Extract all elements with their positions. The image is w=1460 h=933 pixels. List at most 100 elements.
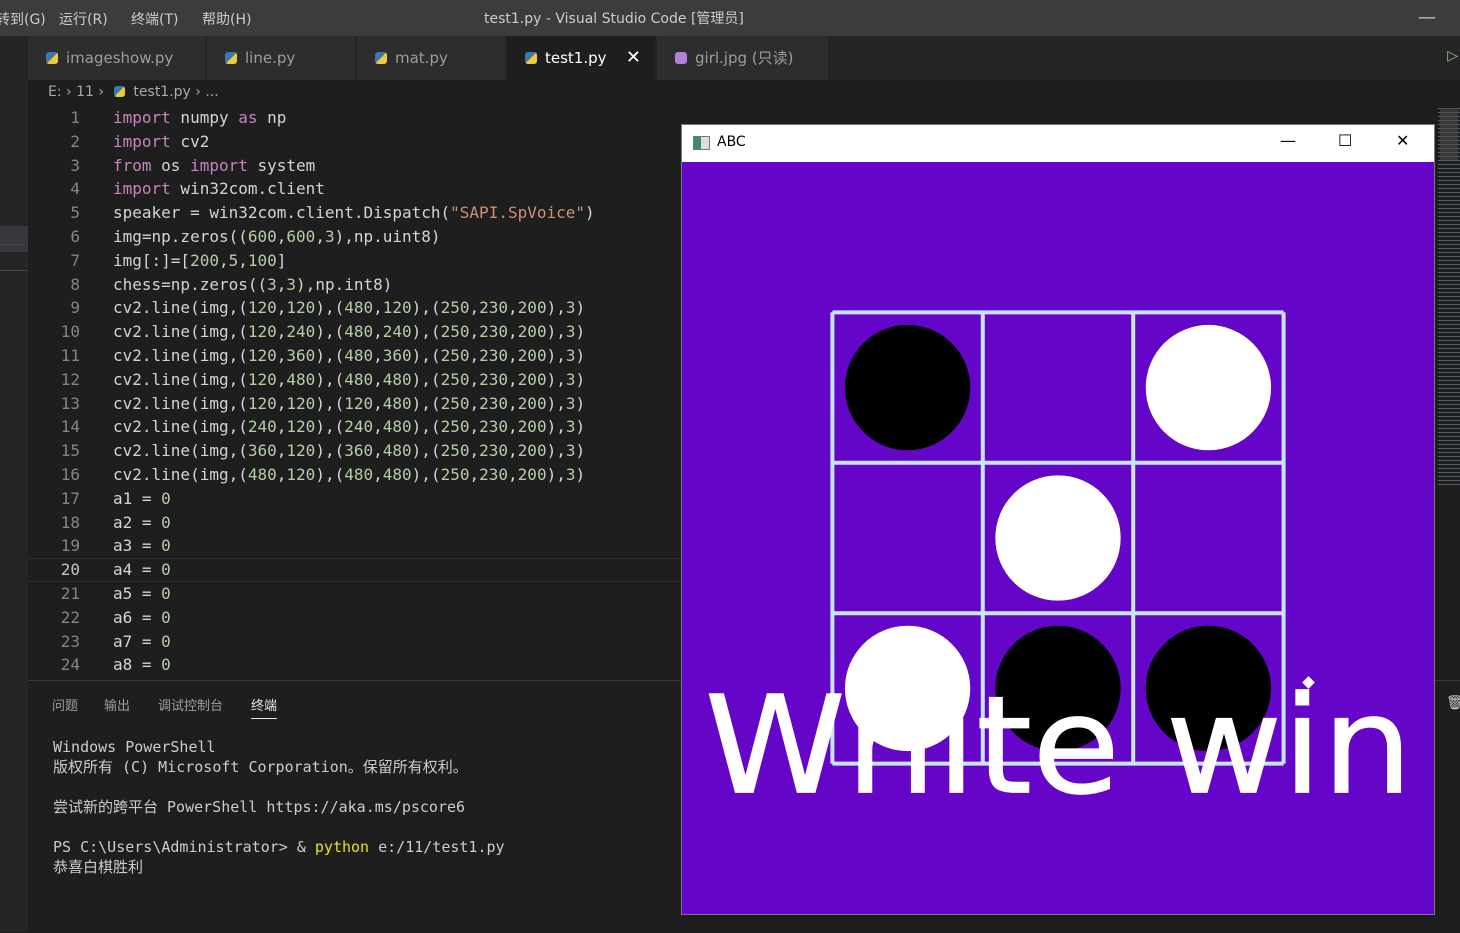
code-line[interactable]: 2 import cv2 bbox=[28, 130, 680, 154]
code-line[interactable]: 24 a8 = 0 bbox=[28, 653, 680, 677]
breadcrumb-file[interactable]: test1.py bbox=[133, 84, 190, 100]
line-number: 2 bbox=[70, 131, 80, 151]
minimap-slider[interactable] bbox=[1440, 108, 1458, 160]
menu-item[interactable]: 终端(T) bbox=[131, 9, 178, 29]
tab-4[interactable]: test1.py ✕ bbox=[507, 36, 656, 80]
code-line[interactable]: 8 chess=np.zeros((3,3),np.int8) bbox=[28, 273, 680, 297]
line-number: 11 bbox=[60, 346, 80, 365]
line-number: 16 bbox=[60, 465, 80, 484]
minimap[interactable] bbox=[1438, 106, 1460, 486]
code-text: a1 = 0 bbox=[113, 488, 171, 508]
close-icon[interactable]: ✕ bbox=[626, 36, 641, 80]
black-stone bbox=[844, 324, 971, 451]
code-line[interactable]: 9 cv2.line(img,(120,120),(480,120),(250,2… bbox=[28, 296, 680, 320]
code-line[interactable]: 4 import win32com.client bbox=[28, 177, 680, 201]
panel-tab-4[interactable]: 终端 bbox=[251, 695, 278, 719]
minimize-icon[interactable]: — bbox=[1418, 7, 1436, 28]
terminal-args: e:/11/test1.py bbox=[369, 838, 505, 856]
breadcrumb-symbol[interactable]: ... bbox=[205, 84, 218, 100]
code-line[interactable]: 14 cv2.line(img,(240,120),(240,480),(250,… bbox=[28, 415, 680, 439]
breadcrumb-folder[interactable]: 11 bbox=[76, 84, 94, 100]
tab-label: imageshow.py bbox=[66, 49, 174, 67]
python-file-icon bbox=[46, 52, 58, 64]
tab-1[interactable]: imageshow.py bbox=[28, 36, 206, 80]
python-file-icon bbox=[225, 52, 237, 64]
breadcrumb-drive[interactable]: E: bbox=[48, 84, 62, 100]
code-line[interactable]: 6 img=np.zeros((600,600,3),np.uint8) bbox=[28, 225, 680, 249]
code-text: speaker = win32com.client.Dispatch("SAPI… bbox=[113, 203, 595, 223]
title-bar: 转到(G) 运行(R) 终端(T) 帮助(H) test1.py - Visual S… bbox=[0, 0, 1460, 36]
divider bbox=[0, 244, 28, 245]
menu-item[interactable]: 帮助(H) bbox=[202, 9, 251, 29]
game-canvas[interactable]: White win bbox=[682, 162, 1434, 914]
code-line[interactable]: 1 import numpy as np bbox=[28, 106, 680, 130]
panel-tab-1[interactable]: 问题 bbox=[52, 695, 78, 714]
menu-item[interactable]: 运行(R) bbox=[59, 9, 108, 29]
terminal-output[interactable]: Windows PowerShell 版权所有 (C) Microsoft Co… bbox=[53, 737, 505, 877]
panel-tab-3[interactable]: 调试控制台 bbox=[158, 695, 223, 714]
opencv-window[interactable]: ABC — ☐ ✕ White win bbox=[681, 124, 1435, 915]
opencv-titlebar[interactable]: ABC — ☐ ✕ bbox=[682, 125, 1434, 162]
code-text: a2 = 0 bbox=[113, 512, 171, 532]
opencv-window-title: ABC bbox=[717, 134, 746, 150]
tab-2[interactable]: line.py bbox=[207, 36, 356, 80]
code-text: chess=np.zeros((3,3),np.int8) bbox=[113, 274, 393, 294]
code-line[interactable]: 21 a5 = 0 bbox=[28, 582, 680, 606]
code-text: import win32com.client bbox=[113, 179, 325, 199]
code-line[interactable]: 5 speaker = win32com.client.Dispatch("SAP… bbox=[28, 201, 680, 225]
code-text: a8 = 0 bbox=[113, 655, 171, 675]
code-line[interactable]: 19 a3 = 0 bbox=[28, 534, 680, 558]
line-number: 24 bbox=[60, 655, 80, 675]
tab-3[interactable]: mat.py bbox=[357, 36, 506, 80]
terminal-line: Windows PowerShell bbox=[53, 738, 216, 756]
line-number: 22 bbox=[60, 607, 80, 627]
tab-label: test1.py bbox=[545, 49, 607, 67]
activity-bar: · bbox=[0, 36, 28, 932]
code-line[interactable]: 15 cv2.line(img,(360,120),(360,480),(250,… bbox=[28, 439, 680, 463]
line-number: 7 bbox=[70, 250, 80, 270]
code-line[interactable]: 13 cv2.line(img,(120,120),(120,480),(250,… bbox=[28, 392, 680, 416]
terminal-line: 恭喜白棋胜利 bbox=[53, 858, 144, 876]
code-text: cv2.line(img,(120,360),(480,360),(250,23… bbox=[113, 346, 586, 365]
code-editor[interactable]: 1 import numpy as np 2 import cv2 3 from os i… bbox=[28, 106, 688, 678]
chevron-right-icon: › bbox=[66, 84, 77, 100]
code-text: cv2.line(img,(360,120),(360,480),(250,23… bbox=[113, 441, 586, 461]
line-number: 14 bbox=[60, 417, 80, 437]
code-line[interactable]: 16 cv2.line(img,(480,120),(480,480),(250,… bbox=[28, 463, 680, 487]
close-button[interactable]: ✕ bbox=[1396, 131, 1409, 150]
panel-tab-2[interactable]: 输出 bbox=[104, 695, 130, 714]
code-line[interactable]: 12 cv2.line(img,(120,480),(480,480),(250,… bbox=[28, 368, 680, 392]
tab-5[interactable]: girl.jpg (只读) bbox=[657, 36, 829, 80]
code-text: img[:]=[200,5,100] bbox=[113, 250, 287, 270]
code-line[interactable]: 20 a4 = 0 bbox=[28, 558, 680, 583]
trash-icon[interactable]: 🗑 bbox=[1446, 695, 1460, 711]
line-number: 15 bbox=[60, 441, 80, 461]
minimize-button[interactable]: — bbox=[1280, 131, 1296, 150]
code-text: import cv2 bbox=[113, 131, 210, 151]
code-text: a3 = 0 bbox=[113, 536, 171, 556]
line-number: 8 bbox=[70, 274, 80, 294]
line-number: 10 bbox=[60, 322, 80, 342]
code-text: a6 = 0 bbox=[113, 607, 171, 627]
activity-item-selected[interactable] bbox=[0, 226, 28, 252]
code-text: cv2.line(img,(480,120),(480,480),(250,23… bbox=[113, 465, 586, 484]
code-line[interactable]: 11 cv2.line(img,(120,360),(480,360),(250,… bbox=[28, 344, 680, 368]
terminal-command: python bbox=[314, 838, 370, 856]
line-number: 17 bbox=[60, 488, 80, 508]
python-file-icon bbox=[114, 86, 126, 97]
code-line[interactable]: 17 a1 = 0 bbox=[28, 487, 680, 511]
menu-item[interactable]: 转到(G) bbox=[0, 9, 46, 29]
code-line[interactable]: 18 a2 = 0 bbox=[28, 511, 680, 535]
code-line[interactable]: 10 cv2.line(img,(120,240),(480,240),(250,… bbox=[28, 320, 680, 344]
code-line[interactable]: 7 img[:]=[200,5,100] bbox=[28, 249, 680, 273]
code-line[interactable]: 22 a6 = 0 bbox=[28, 606, 680, 630]
code-text: a7 = 0 bbox=[113, 631, 171, 651]
maximize-button[interactable]: ☐ bbox=[1338, 131, 1352, 150]
code-text: cv2.line(img,(120,120),(480,120),(250,23… bbox=[113, 298, 586, 318]
chevron-right-icon: › bbox=[195, 84, 206, 100]
code-line[interactable]: 23 a7 = 0 bbox=[28, 630, 680, 654]
run-icon[interactable]: ▷ bbox=[1447, 48, 1458, 64]
overlay-text: White win bbox=[705, 666, 1413, 824]
line-number: 23 bbox=[60, 631, 80, 651]
code-line[interactable]: 3 from os import system bbox=[28, 154, 680, 178]
